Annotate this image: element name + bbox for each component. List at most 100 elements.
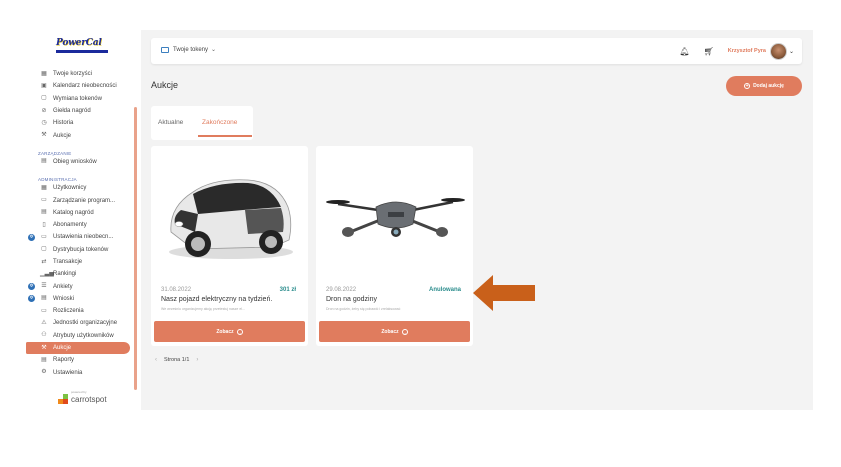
sidebar-item-atrybuty[interactable]: ⚇ Atrybuty użytkowników <box>26 330 130 342</box>
settings-icon: ⚙ <box>41 369 47 376</box>
chevron-left-icon[interactable]: ‹ <box>155 357 157 363</box>
card-description: Dron na godzin, żeby się pobawić i zrela… <box>326 307 401 311</box>
users-icon: ▦ <box>41 184 47 191</box>
chevron-down-icon[interactable]: ⌄ <box>789 48 794 55</box>
bell-icon[interactable]: 🔔︎ <box>679 47 689 56</box>
view-auction-button[interactable]: Zobacz → <box>319 321 470 342</box>
sidebar-item-abonamenty[interactable]: ▯ Abonamenty <box>26 219 130 231</box>
sidebar-item-label: Jednostki organizacyjne <box>53 320 118 327</box>
cart-icon[interactable]: 🛒︎ <box>704 47 714 56</box>
sidebar-item-rozliczenia[interactable]: ▭ Rozliczenia <box>26 305 130 317</box>
tab-aktualne[interactable]: Aktualne <box>158 119 183 126</box>
tokens-label: Twoje tokeny <box>173 46 209 53</box>
sidebar-item-katalog-nagrod[interactable]: ▤ Katalog nagród <box>26 207 130 219</box>
sidebar-item-label: Raporty <box>53 357 75 364</box>
tab-zakonczone[interactable]: Zakończone <box>202 119 237 126</box>
sidebar-item-label: Wymiana tokenów <box>53 95 102 102</box>
reports-icon: ▤ <box>41 356 47 363</box>
sidebar-item-twoje-korzysci[interactable]: ▦ Twoje korzyści <box>26 68 130 80</box>
sidebar-item-zarzadzanie-program[interactable]: ▭ Zarządzanie program... <box>26 194 130 206</box>
chevron-right-icon[interactable]: › <box>196 357 198 363</box>
card-title: Nasz pojazd elektryczny na tydzień. <box>161 296 273 303</box>
app-logo[interactable]: PowerCal <box>56 38 108 53</box>
tokens-dropdown[interactable]: Twoje tokeny ⌄ <box>161 46 216 53</box>
sidebar-item-aukcje-user[interactable]: ⚒ Aukcje <box>26 129 130 141</box>
sidebar-item-label: Transakcje <box>53 259 83 265</box>
program-icon: ▭ <box>41 197 47 204</box>
sidebar-item-label: Aukcje <box>53 132 72 139</box>
sidebar-item-label: Kalendarz nieobecności <box>53 83 117 90</box>
sidebar-item-label: Obieg wniosków <box>53 158 97 165</box>
grid-icon: ▦ <box>41 70 47 77</box>
gear-icon[interactable]: ✲ <box>28 282 35 290</box>
sidebar-item-ustawienia[interactable]: ⚙ Ustawienia <box>26 367 130 379</box>
token-icon: ▢ <box>41 95 47 102</box>
sidebar-item-label: Abonamenty <box>53 222 87 229</box>
subscription-icon: ▯ <box>42 221 46 228</box>
carrotspot-logo-icon <box>58 394 68 404</box>
sidebar-item-label: Ustawienia nieobecn... <box>53 234 114 241</box>
user-name[interactable]: Krzysztof Pyra <box>728 48 766 54</box>
card-date: 31.08.2022 <box>161 287 192 293</box>
flow-icon: ▤ <box>41 158 47 165</box>
org-units-icon: ⚠ <box>41 319 47 326</box>
auction-card[interactable]: 31.08.2022 301 zł Nasz pojazd elektryczn… <box>151 146 308 346</box>
calendar-icon: ▣ <box>41 82 47 89</box>
sidebar-item-label: Zarządzanie program... <box>53 197 116 204</box>
sidebar-item-label: Katalog nagród <box>53 209 94 216</box>
sidebar-item-ustawienia-nieobecn[interactable]: ✲ ▭ Ustawienia nieobecn... <box>26 231 130 243</box>
sidebar-item-label: Twoje korzyści <box>53 71 93 78</box>
view-button-label: Zobacz <box>216 328 234 335</box>
sidebar-scrollbar[interactable] <box>134 107 137 390</box>
powered-by-text: powered by <box>71 390 87 394</box>
carrotspot-brand: carrotspot <box>71 394 107 404</box>
requests-icon: ▤ <box>41 295 47 302</box>
sidebar-item-label: Historia <box>53 120 74 127</box>
sidebar: PowerCal ▦ Twoje korzyści ▣ Kalendarz nieo… <box>26 30 138 410</box>
annotation-arrow-icon <box>473 275 535 311</box>
sidebar-item-transakcje[interactable]: ⇄ Transakcje <box>26 256 130 268</box>
sidebar-item-dystrybucja-tokenow[interactable]: ▢ Dystrybucja tokenów <box>26 244 130 256</box>
sidebar-item-obieg-wnioskow[interactable]: ▤ Obieg wniosków <box>26 156 130 168</box>
logo-text: PowerCal <box>56 38 102 48</box>
sidebar-item-wymiana-tokenow[interactable]: ▢ Wymiana tokenów <box>26 93 130 105</box>
exchange-icon: ⊘ <box>41 107 47 114</box>
card-description: We wrześniu organizujemy akcję przetestu… <box>161 307 245 311</box>
add-auction-label: Dodaj aukcję <box>753 83 784 89</box>
add-auction-button[interactable]: + Dodaj aukcję <box>726 76 802 96</box>
distribution-icon: ▢ <box>41 246 47 253</box>
card-price: 301 zł <box>279 287 296 293</box>
sidebar-item-kalendarz[interactable]: ▣ Kalendarz nieobecności <box>26 80 130 92</box>
sidebar-item-raporty[interactable]: ▤ Raporty <box>26 354 130 366</box>
sidebar-item-rankingi[interactable]: ▁▃▅ Rankingi <box>26 268 130 280</box>
view-auction-button[interactable]: Zobacz → <box>154 321 305 342</box>
sidebar-item-gielda-nagrod[interactable]: ⊘ Giełda nagród <box>26 105 130 117</box>
sidebar-item-uzytkownicy[interactable]: ▦ Użytkownicy <box>26 182 130 194</box>
sidebar-item-label: Aukcje <box>53 345 72 352</box>
sidebar-item-ankiety[interactable]: ✲ ☰ Ankiety <box>26 280 130 292</box>
gear-icon[interactable]: ✲ <box>28 233 35 241</box>
sidebar-item-aukcje-admin[interactable]: ⚒ Aukcje <box>26 341 130 355</box>
arrow-right-icon: → <box>401 328 408 335</box>
drone-image <box>326 198 465 237</box>
ranking-icon: ▁▃▅ <box>40 270 54 277</box>
gear-icon[interactable]: ✲ <box>28 295 35 303</box>
transactions-icon: ⇄ <box>41 258 47 265</box>
history-icon: ◷ <box>41 119 47 126</box>
chevron-down-icon: ⌄ <box>211 47 217 53</box>
sidebar-item-jednostki[interactable]: ⚠ Jednostki organizacyjne <box>26 317 130 329</box>
powered-by-carrotspot: powered by carrotspot <box>58 390 107 404</box>
active-tab-indicator <box>198 135 252 137</box>
sidebar-item-historia[interactable]: ◷ Historia <box>26 117 130 129</box>
avatar[interactable] <box>769 42 787 60</box>
section-header-admin: ADMINISTRACJA <box>38 177 77 183</box>
sidebar-item-label: Dystrybucja tokenów <box>53 246 109 253</box>
absence-settings-icon: ▭ <box>41 233 47 240</box>
sidebar-item-wnioski[interactable]: ✲ ▤ Wnioski <box>26 293 130 305</box>
auction-card[interactable]: 29.08.2022 Anulowana Dron na godziny Dro… <box>316 146 473 346</box>
plus-icon: + <box>744 83 751 89</box>
sidebar-item-label: Wnioski <box>53 295 75 302</box>
top-bar: Twoje tokeny ⌄ 🔔︎ 🛒︎ Krzysztof Pyra ⌄ <box>151 38 802 64</box>
auction-icon: ⚒ <box>41 344 47 351</box>
main-content: Twoje tokeny ⌄ 🔔︎ 🛒︎ Krzysztof Pyra ⌄ Au… <box>141 30 813 410</box>
